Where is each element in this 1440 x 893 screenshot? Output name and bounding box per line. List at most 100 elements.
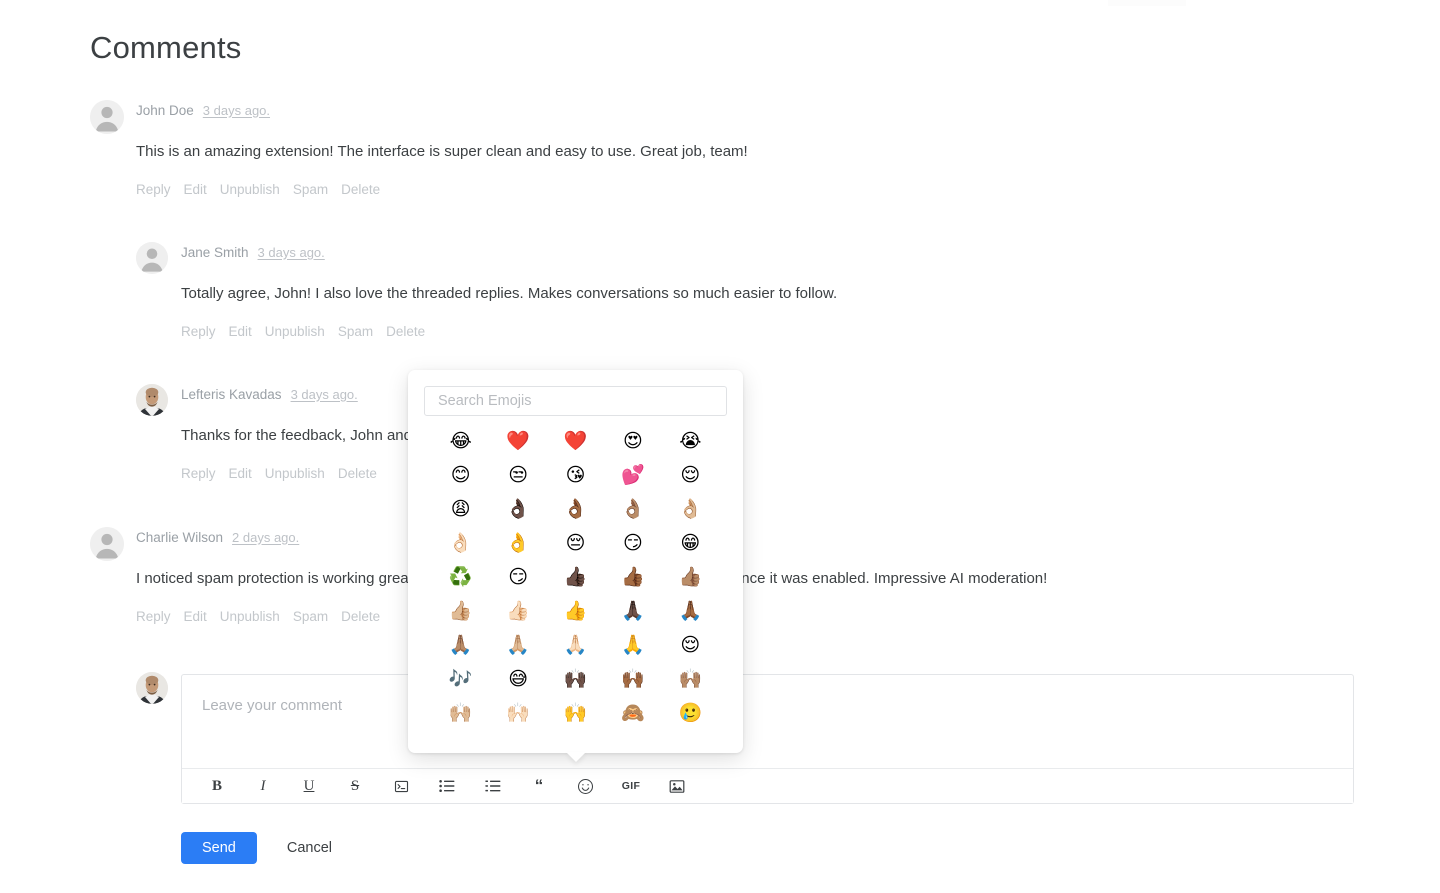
comment-actions: Reply Edit Unpublish Spam Delete: [136, 182, 748, 197]
emoji-button[interactable]: [562, 769, 608, 804]
emoji-cell[interactable]: 👍🏾: [618, 566, 648, 588]
emoji-cell[interactable]: 😏: [503, 566, 533, 588]
editor-toolbar: B I U S “ GIF: [182, 768, 1353, 803]
action-unpublish[interactable]: Unpublish: [220, 182, 280, 197]
emoji-cell[interactable]: 👌🏻: [446, 532, 476, 554]
composer-avatar: [136, 672, 168, 704]
action-edit[interactable]: Edit: [184, 182, 207, 197]
emoji-cell[interactable]: 😅: [503, 668, 533, 690]
avatar: [136, 384, 168, 416]
italic-button[interactable]: I: [240, 769, 286, 804]
emoji-cell[interactable]: 👍🏿: [560, 566, 590, 588]
emoji-cell[interactable]: 🙏🏾: [675, 600, 705, 622]
action-edit[interactable]: Edit: [229, 466, 252, 481]
emoji-cell[interactable]: 😒: [503, 464, 533, 486]
comment-author: Jane Smith: [181, 244, 249, 260]
emoji-cell[interactable]: 👍🏽: [675, 566, 705, 588]
blockquote-button[interactable]: “: [516, 769, 562, 804]
emoji-cell[interactable]: 🙈: [618, 702, 648, 724]
action-unpublish[interactable]: Unpublish: [265, 324, 325, 339]
emoji-cell[interactable]: 👌: [503, 532, 533, 554]
emoji-cell[interactable]: 🙌🏽: [675, 668, 705, 690]
emoji-cell[interactable]: 😔: [560, 532, 590, 554]
action-reply[interactable]: Reply: [136, 609, 171, 624]
emoji-cell[interactable]: 👌🏽: [618, 498, 648, 520]
emoji-cell[interactable]: 🙏🏽: [446, 634, 476, 656]
action-delete[interactable]: Delete: [386, 324, 425, 339]
action-spam[interactable]: Spam: [293, 609, 328, 624]
emoji-cell[interactable]: 😁: [675, 532, 705, 554]
image-button[interactable]: [654, 769, 700, 804]
emoji-cell[interactable]: 🥲: [675, 702, 705, 724]
action-reply[interactable]: Reply: [181, 324, 216, 339]
emoji-cell[interactable]: 👌🏾: [560, 498, 590, 520]
emoji-cell[interactable]: 👌🏿: [503, 498, 533, 520]
top-cutoff-decoration: [1108, 0, 1186, 6]
emoji-cell[interactable]: 👍: [560, 600, 590, 622]
comment-body: This is an amazing extension! The interf…: [136, 143, 748, 160]
emoji-cell[interactable]: 🙌🏼: [446, 702, 476, 724]
comment-timestamp[interactable]: 3 days ago.: [258, 245, 325, 260]
emoji-cell[interactable]: 😂: [446, 430, 476, 452]
send-button[interactable]: Send: [181, 832, 257, 864]
action-spam[interactable]: Spam: [338, 324, 373, 339]
numbered-list-button[interactable]: [470, 769, 516, 804]
bold-button[interactable]: B: [194, 769, 240, 804]
emoji-cell[interactable]: 👌🏼: [675, 498, 705, 520]
action-spam[interactable]: Spam: [293, 182, 328, 197]
action-edit[interactable]: Edit: [229, 324, 252, 339]
comment-composer: Leave your comment B I U S “ GIF: [181, 674, 1354, 804]
italic-icon: I: [260, 777, 266, 794]
comment-header: Jane Smith 3 days ago.: [181, 242, 837, 262]
bulleted-list-button[interactable]: [424, 769, 470, 804]
comment-thread-item: John Doe 3 days ago. This is an amazing …: [90, 100, 748, 197]
action-delete[interactable]: Delete: [341, 609, 380, 624]
emoji-cell[interactable]: 🙏: [618, 634, 648, 656]
action-reply[interactable]: Reply: [181, 466, 216, 481]
emoji-cell[interactable]: ❤️: [503, 430, 533, 452]
action-delete[interactable]: Delete: [338, 466, 377, 481]
emoji-cell[interactable]: 😭: [675, 430, 705, 452]
emoji-cell[interactable]: 🙌🏻: [503, 702, 533, 724]
emoji-cell[interactable]: ♻️: [446, 566, 476, 588]
gif-button[interactable]: GIF: [608, 769, 654, 804]
emoji-cell[interactable]: 💕: [618, 464, 648, 486]
action-delete[interactable]: Delete: [341, 182, 380, 197]
code-block-button[interactable]: [378, 769, 424, 804]
action-reply[interactable]: Reply: [136, 182, 171, 197]
emoji-cell[interactable]: 🎶: [446, 668, 476, 690]
emoji-cell[interactable]: 🙏🏼: [503, 634, 533, 656]
emoji-cell[interactable]: 😘: [560, 464, 590, 486]
emoji-cell[interactable]: 👍🏻: [503, 600, 533, 622]
emoji-cell[interactable]: 😍: [618, 430, 648, 452]
action-edit[interactable]: Edit: [184, 609, 207, 624]
comment-body: Totally agree, John! I also love the thr…: [181, 285, 838, 302]
cancel-button[interactable]: Cancel: [281, 839, 338, 857]
emoji-cell[interactable]: 🙌🏿: [560, 668, 590, 690]
strikethrough-button[interactable]: S: [332, 769, 378, 804]
emoji-cell[interactable]: 😌: [675, 464, 705, 486]
emoji-picker-popup: 😂 ❤️ ❤️ 😍 😭 😊 😒 😘 💕 😌 😩 👌🏿 👌🏾 👌🏽 👌🏼 👌🏻 👌 😔 😏 😁 ♻️ 😏 👍🏿 👍🏾 👍🏽 👍🏼 👍🏻…: [408, 370, 743, 753]
emoji-cell[interactable]: 🙏🏿: [618, 600, 648, 622]
emoji-cell[interactable]: 🙏🏻: [560, 634, 590, 656]
emoji-cell[interactable]: 🙌: [560, 702, 590, 724]
emoji-cell[interactable]: ❤️: [560, 430, 590, 452]
comment-input[interactable]: Leave your comment: [182, 675, 1353, 768]
smiley-icon: [577, 778, 594, 795]
emoji-cell[interactable]: 😊: [446, 464, 476, 486]
emoji-search-field[interactable]: [424, 386, 727, 416]
comment-header: John Doe 3 days ago.: [136, 100, 748, 120]
emoji-cell[interactable]: 😌: [675, 634, 705, 656]
comment-timestamp[interactable]: 3 days ago.: [203, 103, 270, 118]
action-unpublish[interactable]: Unpublish: [265, 466, 325, 481]
emoji-search-input[interactable]: [436, 392, 715, 410]
emoji-cell[interactable]: 😩: [446, 498, 476, 520]
emoji-cell[interactable]: 👍🏼: [446, 600, 476, 622]
action-unpublish[interactable]: Unpublish: [220, 609, 280, 624]
emoji-cell[interactable]: 🙌🏾: [618, 668, 648, 690]
bold-icon: B: [211, 777, 222, 794]
comment-timestamp[interactable]: 3 days ago.: [291, 387, 358, 402]
emoji-cell[interactable]: 😏: [618, 532, 648, 554]
underline-button[interactable]: U: [286, 769, 332, 804]
comment-timestamp[interactable]: 2 days ago.: [232, 530, 299, 545]
